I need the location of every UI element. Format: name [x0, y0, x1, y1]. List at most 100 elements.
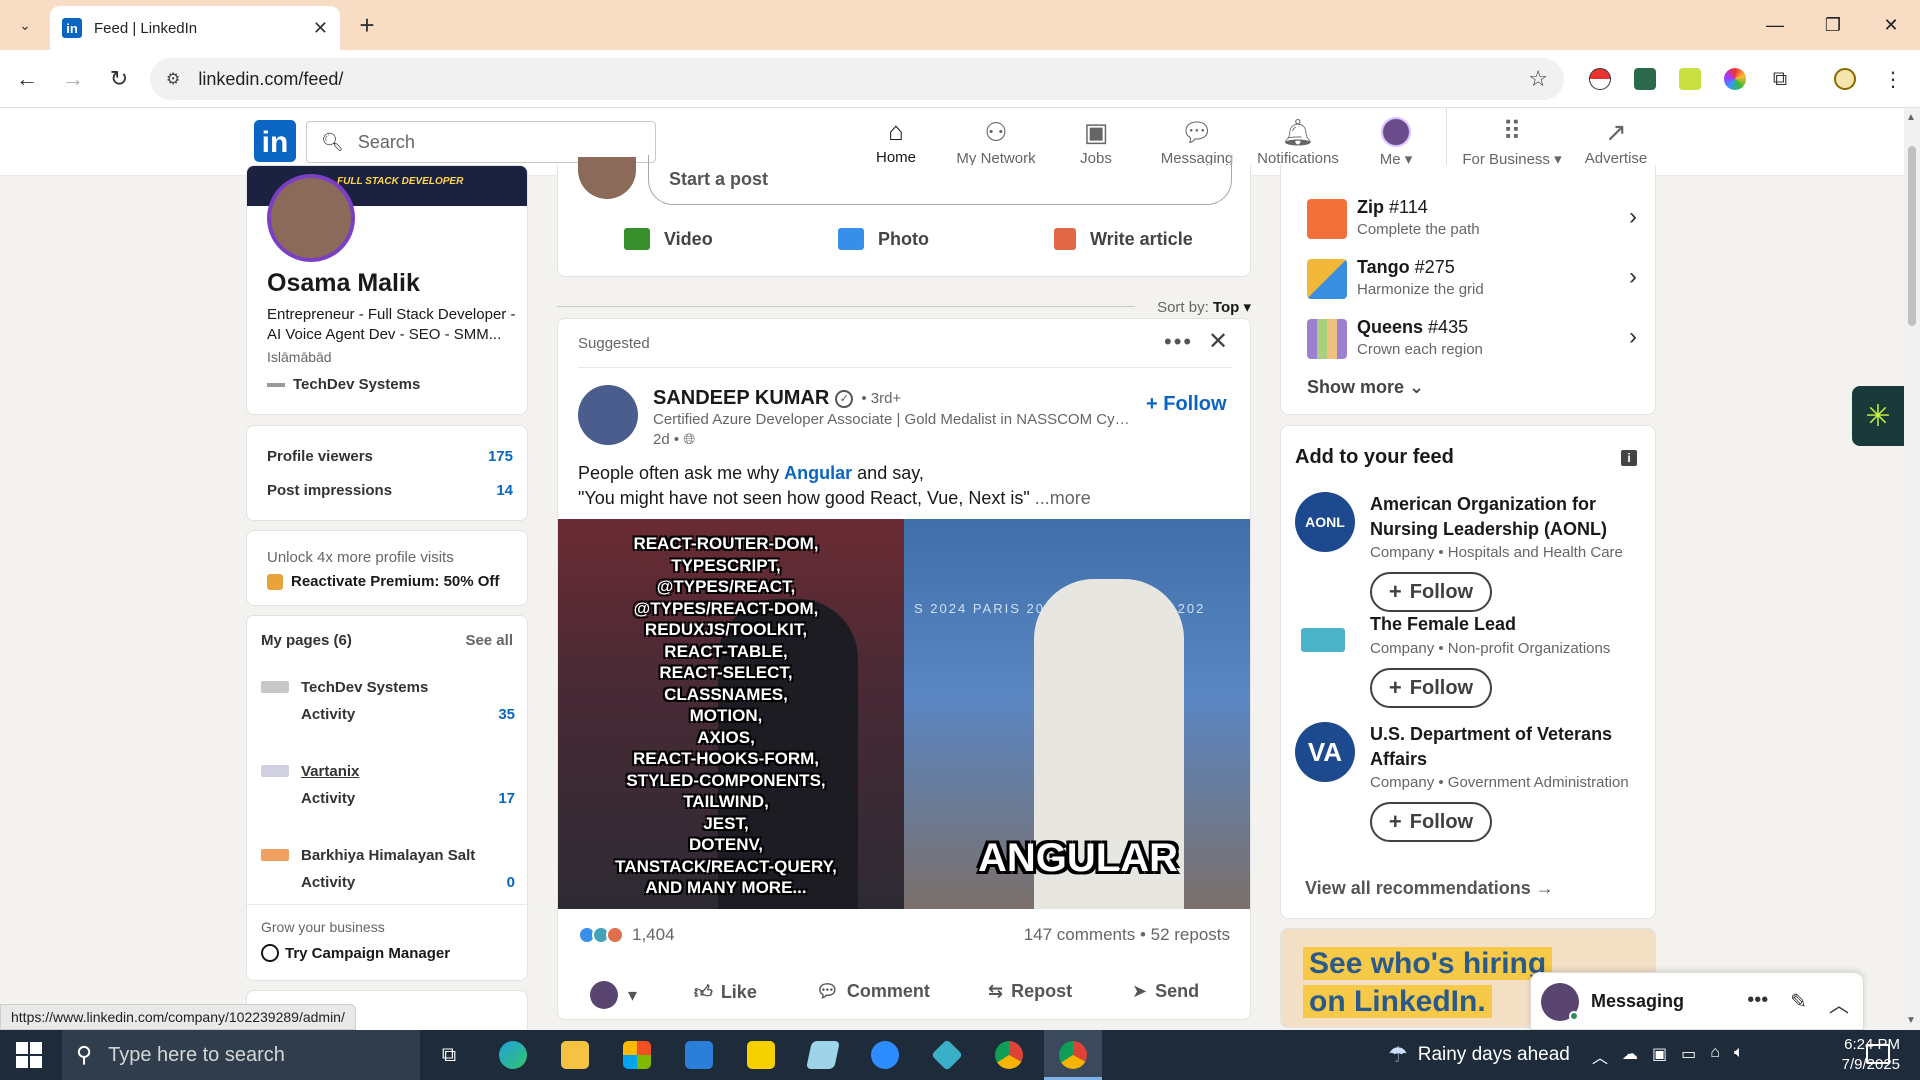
notification-center-icon[interactable]	[1866, 1044, 1890, 1064]
post-image[interactable]: REACT-ROUTER-DOM, TYPESCRIPT, @TYPES/REACT…	[558, 519, 1250, 909]
like-button[interactable]: 👍︎ Like	[694, 981, 757, 1003]
reload-button[interactable]: ↻	[104, 64, 134, 94]
angular-hashtag-link[interactable]: Angular	[784, 463, 852, 483]
profile-icon[interactable]	[1830, 64, 1860, 94]
tab-close-icon[interactable]: ✕	[313, 18, 328, 39]
video-button[interactable]: Video	[624, 228, 713, 250]
post-impressions-row[interactable]: Post impressions 14	[267, 482, 513, 499]
battery-icon[interactable]: ▭	[1681, 1044, 1696, 1068]
sort-dropdown[interactable]: Sort by: Top ▾	[1157, 298, 1251, 316]
extension-sparkle-icon[interactable]	[1675, 64, 1705, 94]
profile-name[interactable]: Osama Malik	[267, 269, 420, 298]
new-tab-button[interactable]: +	[352, 10, 382, 40]
file-explorer-icon[interactable]	[558, 1038, 592, 1072]
profile-avatar[interactable]	[267, 174, 355, 262]
pages-see-all-link[interactable]: See all	[465, 632, 513, 649]
view-all-recommendations-link[interactable]: View all recommendations →	[1305, 878, 1554, 899]
extension-clapper-icon[interactable]	[1630, 64, 1660, 94]
taskbar-search[interactable]: ⚲ Type here to search	[62, 1030, 420, 1080]
profile-viewers-row[interactable]: Profile viewers 175	[267, 448, 513, 465]
meme-line: DOTENV,	[688, 835, 763, 854]
address-bar[interactable]: ⚙ linkedin.com/feed/ ☆	[150, 58, 1564, 100]
game-zip[interactable]: Zip #114 Complete the path ›	[1307, 197, 1637, 243]
compose-icon[interactable]: ✎	[1790, 989, 1807, 1018]
scroll-thumb[interactable]	[1908, 146, 1916, 326]
write-article-button[interactable]: Write article	[1054, 228, 1193, 250]
scroll-down-arrow-icon[interactable]: ▼	[1906, 1015, 1916, 1026]
meme-line: REACT-HOOKS-FORM,	[632, 749, 820, 768]
forward-button[interactable]: →	[58, 64, 88, 94]
tab-search-button[interactable]: ⌄	[8, 10, 42, 40]
extensions-puzzle-icon[interactable]: ⧉	[1765, 64, 1795, 94]
chrome-icon[interactable]	[992, 1038, 1026, 1072]
start-post-button[interactable]: Start a post	[648, 155, 1232, 205]
browser-toolbar: ← → ↻ ⚙ linkedin.com/feed/ ☆ ⧉ ⋮	[0, 50, 1920, 108]
page-scrollbar[interactable]: ▲ ▼	[1904, 108, 1920, 1030]
reaction-summary[interactable]: 1,404	[578, 925, 675, 945]
close-window-button[interactable]: ✕	[1862, 0, 1920, 50]
minimize-button[interactable]: —	[1746, 0, 1804, 50]
floating-extension-button[interactable]: ✳	[1852, 386, 1904, 446]
game-tango[interactable]: Tango #275 Harmonize the grid ›	[1307, 257, 1637, 303]
messaging-controls: ••• ✎ ︿	[1747, 989, 1849, 1018]
task-view-icon[interactable]: ⧉	[432, 1038, 466, 1072]
start-button[interactable]	[16, 1042, 42, 1068]
restore-button[interactable]: ❐	[1804, 0, 1862, 50]
reaction-avatar-dropdown[interactable]: ▾	[590, 981, 637, 1009]
extension-pokeball-icon[interactable]	[1585, 64, 1615, 94]
app-icon[interactable]	[806, 1038, 840, 1072]
profile-company[interactable]: TechDev Systems	[267, 376, 420, 393]
store-icon[interactable]	[620, 1038, 654, 1072]
extension-color-icon[interactable]	[1720, 64, 1750, 94]
url-text[interactable]: linkedin.com/feed/	[198, 69, 1528, 90]
onedrive-icon[interactable]: ☁	[1622, 1044, 1638, 1068]
follow-button[interactable]: + Follow	[1370, 668, 1492, 708]
chevron-up-icon[interactable]: ︿	[1592, 1044, 1608, 1068]
info-icon[interactable]: i	[1621, 450, 1637, 466]
premium-card[interactable]: Unlock 4x more profile visits Reactivate…	[246, 530, 528, 606]
edge-icon[interactable]	[496, 1038, 530, 1072]
follow-button[interactable]: + Follow	[1370, 802, 1492, 842]
grid-icon: ⠿	[1502, 116, 1522, 146]
meet-now-icon[interactable]: ▣	[1652, 1044, 1667, 1068]
follow-button[interactable]: + Follow	[1370, 572, 1492, 612]
repost-button[interactable]: ⇆ Repost	[988, 981, 1072, 1002]
game-queens[interactable]: Queens #435 Crown each region ›	[1307, 317, 1637, 363]
bookmark-star-icon[interactable]: ☆	[1528, 66, 1548, 92]
follow-author-button[interactable]: + Follow	[1146, 393, 1227, 416]
premium-link[interactable]: Reactivate Premium: 50% Off	[267, 573, 499, 590]
games-show-more-button[interactable]: Show more ⌄	[1307, 377, 1424, 398]
share-avatar[interactable]	[578, 157, 636, 199]
volume-icon[interactable]: 🔈︎	[1734, 1044, 1744, 1068]
chevron-up-icon[interactable]: ︿	[1829, 989, 1849, 1018]
send-button[interactable]: ➤ Send	[1132, 981, 1199, 1002]
messaging-overlay[interactable]: Messaging ••• ✎ ︿	[1530, 972, 1864, 1030]
post-options-icon[interactable]: •••	[1164, 329, 1193, 355]
chrome-active-icon[interactable]	[1056, 1038, 1090, 1072]
browser-tab-linkedin[interactable]: in Feed | LinkedIn ✕	[50, 6, 340, 50]
comments-reposts-count[interactable]: 147 comments • 52 reposts	[1024, 925, 1230, 945]
scroll-up-arrow-icon[interactable]: ▲	[1906, 112, 1916, 123]
sticky-notes-icon[interactable]	[744, 1038, 778, 1072]
author-avatar[interactable]	[578, 385, 638, 445]
see-more-link[interactable]: ...more	[1035, 488, 1091, 508]
app-diamond-icon[interactable]	[930, 1038, 964, 1072]
mail-icon[interactable]	[682, 1038, 716, 1072]
photo-button[interactable]: Photo	[838, 228, 929, 250]
aonl-logo[interactable]: AONL	[1295, 492, 1355, 552]
weather-widget[interactable]: ☂ Rainy days ahead	[1388, 1030, 1570, 1080]
linkedin-logo[interactable]: in	[254, 120, 296, 162]
va-logo[interactable]: VA	[1295, 722, 1355, 782]
female-lead-logo[interactable]	[1295, 620, 1351, 660]
network-icon[interactable]: ⌂	[1710, 1044, 1720, 1068]
more-options-icon[interactable]: •••	[1747, 989, 1768, 1018]
queens-game-icon	[1307, 319, 1347, 359]
back-button[interactable]: ←	[12, 64, 42, 94]
zoom-icon[interactable]	[868, 1038, 902, 1072]
campaign-manager-link[interactable]: Try Campaign Manager	[261, 944, 450, 962]
author-name[interactable]: SANDEEP KUMAR ✓ • 3rd+	[653, 387, 901, 410]
site-info-icon[interactable]: ⚙	[166, 69, 180, 89]
comment-button[interactable]: 💬︎ Comment	[816, 981, 930, 1002]
post-dismiss-icon[interactable]: ✕	[1208, 327, 1228, 356]
browser-menu-icon[interactable]: ⋮	[1878, 64, 1908, 94]
